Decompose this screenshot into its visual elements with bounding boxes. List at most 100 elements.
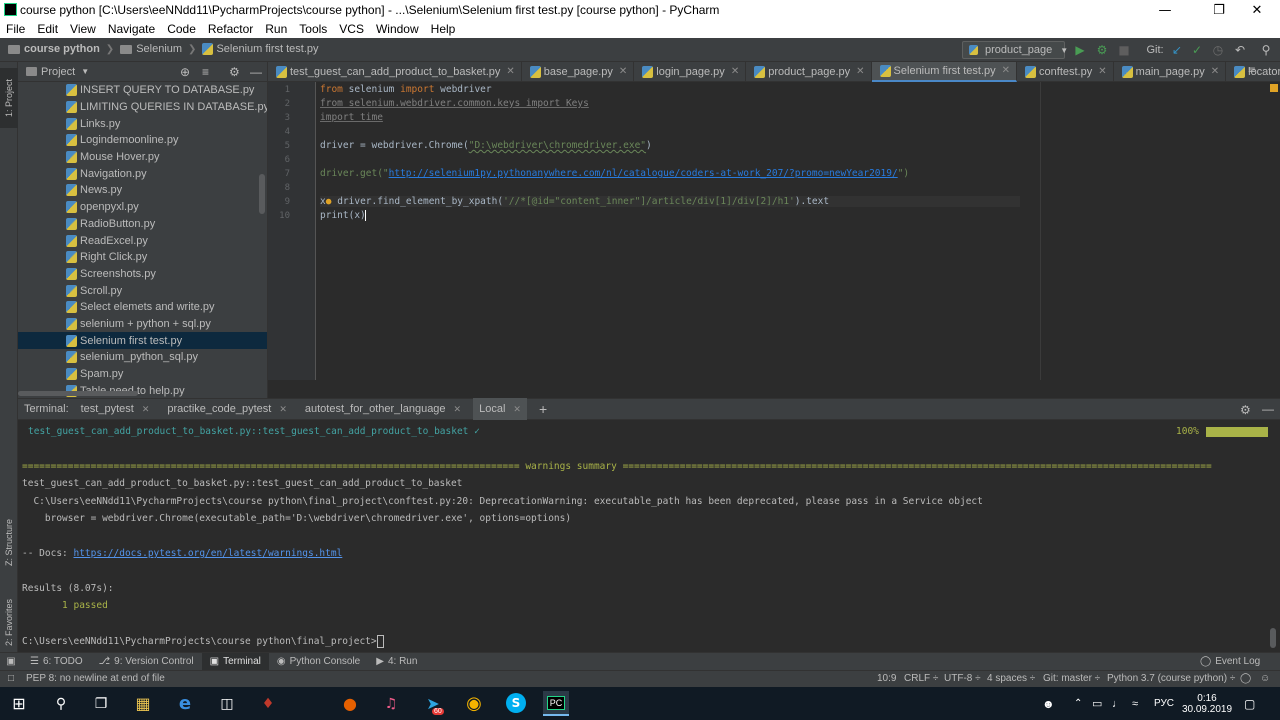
menu-navigate[interactable]: Navigate	[106, 22, 157, 36]
close-tab-icon[interactable]: ✕	[1098, 66, 1106, 77]
close-tab-icon[interactable]: ✕	[279, 404, 287, 415]
terminal-prompt[interactable]: C:\Users\eeNNdd11\PycharmProjects\course…	[22, 635, 384, 648]
editor-tab[interactable]: Selenium first test.py ✕	[871, 61, 1018, 82]
locate-file-icon[interactable]: ⊕	[180, 65, 190, 79]
project-tree-item[interactable]: News.py	[18, 182, 267, 199]
project-panel-title[interactable]: Project	[41, 66, 75, 78]
chrome-icon[interactable]: ◉	[461, 691, 487, 716]
close-tab-icon[interactable]: ✕	[142, 404, 150, 415]
project-tree-item[interactable]: RadioButton.py	[18, 216, 267, 233]
project-tree-item[interactable]: selenium + python + sql.py	[18, 316, 267, 333]
python-interpreter[interactable]: Python 3.7 (course python) ÷	[1107, 673, 1235, 684]
structure-tool-tab[interactable]: Z: Structure	[0, 502, 18, 582]
favorites-tool-tab[interactable]: 2: Favorites	[0, 582, 18, 662]
task-view-icon[interactable]: ❐	[88, 691, 114, 716]
hide-panel-icon[interactable]: —	[1262, 402, 1274, 416]
project-tree-item[interactable]: INSERT QUERY TO DATABASE.py	[18, 82, 267, 99]
project-tree-item[interactable]: LIMITING QUERIES IN DATABASE.py	[18, 99, 267, 116]
run-configuration-select[interactable]: product_page ▼	[962, 41, 1068, 59]
code-editor[interactable]: 1 2 3 4 5 6 7 8 9 10 from selenium import webdriv…	[268, 82, 1280, 398]
file-encoding[interactable]: UTF-8 ÷	[944, 673, 981, 684]
network-icon[interactable]: ≈	[1132, 687, 1138, 720]
close-tab-icon[interactable]: ✕	[731, 66, 739, 77]
menu-vcs[interactable]: VCS	[337, 22, 366, 36]
skype-icon[interactable]: S	[506, 693, 526, 713]
stop-icon[interactable]: ■	[1117, 43, 1131, 57]
project-tree-item[interactable]: Spam.py	[18, 366, 267, 383]
notifications-icon[interactable]: ▢	[1244, 687, 1255, 720]
file-explorer-icon[interactable]: ▦	[130, 691, 156, 716]
debug-icon[interactable]: ⚙	[1095, 43, 1109, 57]
terminal-tab[interactable]: Local ✕	[473, 398, 527, 420]
close-tab-icon[interactable]: ✕	[1211, 66, 1219, 77]
menu-edit[interactable]: Edit	[35, 22, 60, 36]
windows-start-icon[interactable]: ⊞	[6, 691, 32, 716]
close-button[interactable]: ✕	[1234, 0, 1280, 20]
itunes-icon[interactable]: ♫	[378, 691, 404, 716]
search-icon[interactable]: ⚲	[1259, 43, 1273, 57]
gear-icon[interactable]: ⚙	[229, 65, 240, 79]
project-tree-item[interactable]: Scroll.py	[18, 282, 267, 299]
project-tree-item[interactable]: Navigation.py	[18, 165, 267, 182]
menu-file[interactable]: File	[4, 22, 27, 36]
toggle-tool-windows-icon[interactable]: ▣	[0, 656, 22, 667]
project-tree-item[interactable]: Select elemets and write.py	[18, 299, 267, 316]
lock-icon[interactable]: ◯	[1240, 673, 1251, 684]
clock[interactable]: 0:16 30.09.2019	[1182, 687, 1232, 720]
tray-expand-icon[interactable]: ⌃	[1074, 687, 1082, 720]
game-app-icon[interactable]: ♦	[255, 691, 281, 716]
editor-scrollbar[interactable]	[1268, 82, 1280, 380]
chevron-down-icon[interactable]: ▼	[81, 67, 89, 76]
status-message-icon[interactable]: □	[8, 673, 14, 684]
breadcrumb-folder[interactable]: Selenium	[136, 43, 182, 55]
project-tool-tab[interactable]: 1: Project	[0, 68, 18, 128]
battery-icon[interactable]: ▭	[1092, 687, 1102, 720]
bottom-tab[interactable]: ◉ Python Console	[269, 653, 368, 671]
bottom-tab[interactable]: ☰ 6: TODO	[22, 653, 91, 671]
project-tree-item[interactable]: openpyxl.py	[18, 199, 267, 216]
project-tree-item[interactable]: Screenshots.py	[18, 266, 267, 283]
project-tree-item[interactable]: Logindemoonline.py	[18, 132, 267, 149]
run-icon[interactable]: ▶	[1073, 43, 1087, 57]
keyboard-language[interactable]: РУС	[1154, 687, 1174, 720]
pycharm-taskbar-icon[interactable]: PC	[543, 691, 569, 716]
bottom-tab[interactable]: ⎇ 9: Version Control	[91, 653, 202, 671]
terminal-scrollbar[interactable]	[1270, 628, 1276, 648]
volume-icon[interactable]: ♩	[1112, 687, 1123, 720]
git-branch[interactable]: Git: master ÷	[1043, 673, 1100, 684]
menu-run[interactable]: Run	[263, 22, 289, 36]
editor-tab[interactable]: base_page.py ✕	[522, 61, 635, 82]
url-literal[interactable]: http://selenium1py.pythonanywhere.com/nl…	[389, 168, 898, 179]
git-update-icon[interactable]: ↙	[1170, 43, 1184, 57]
bottom-tab[interactable]: ▣ Terminal	[201, 652, 269, 671]
git-commit-icon[interactable]: ✓	[1190, 43, 1204, 57]
project-tree-item[interactable]: Links.py	[18, 115, 267, 132]
warning-marker-icon[interactable]	[1270, 84, 1278, 92]
cursor-position[interactable]: 10:9	[877, 673, 896, 684]
docs-link[interactable]: https://docs.pytest.org/en/latest/warnin…	[73, 548, 342, 559]
editor-tab[interactable]: product_page.py ✕	[746, 61, 872, 82]
git-history-icon[interactable]: ◷	[1211, 43, 1225, 57]
menu-window[interactable]: Window	[374, 22, 421, 36]
gear-icon[interactable]: ⚙	[1240, 403, 1251, 417]
project-scrollbar[interactable]	[259, 174, 265, 214]
terminal-tab[interactable]: practike_code_pytest ✕	[161, 398, 293, 420]
project-horizontal-scrollbar[interactable]	[18, 391, 138, 396]
editor-tab[interactable]: login_page.py ✕	[634, 61, 747, 82]
collapse-all-icon[interactable]: ≡	[202, 65, 209, 79]
editor-tab[interactable]: test_guest_can_add_product_to_basket.py ✕	[268, 61, 522, 82]
menu-tools[interactable]: Tools	[297, 22, 329, 36]
close-tab-icon[interactable]: ✕	[506, 66, 514, 77]
hide-panel-icon[interactable]: —	[250, 65, 262, 79]
project-tree-item[interactable]: Selenium first test.py	[18, 332, 267, 349]
tab-list-icon[interactable]: ≡	[1248, 65, 1256, 76]
project-tree-item[interactable]: Right Click.py	[18, 249, 267, 266]
editor-tab[interactable]: main_page.py ✕	[1114, 61, 1227, 82]
bottom-tab[interactable]: ▶ 4: Run	[368, 653, 425, 671]
event-log-tab[interactable]: ◯ Event Log	[1192, 653, 1268, 671]
project-tree-item[interactable]: selenium_python_sql.py	[18, 349, 267, 366]
search-icon[interactable]: ⚲	[48, 691, 74, 716]
terminal-tab[interactable]: autotest_for_other_language ✕	[299, 398, 467, 420]
indent-setting[interactable]: 4 spaces ÷	[987, 673, 1035, 684]
close-tab-icon[interactable]: ✕	[619, 66, 627, 77]
